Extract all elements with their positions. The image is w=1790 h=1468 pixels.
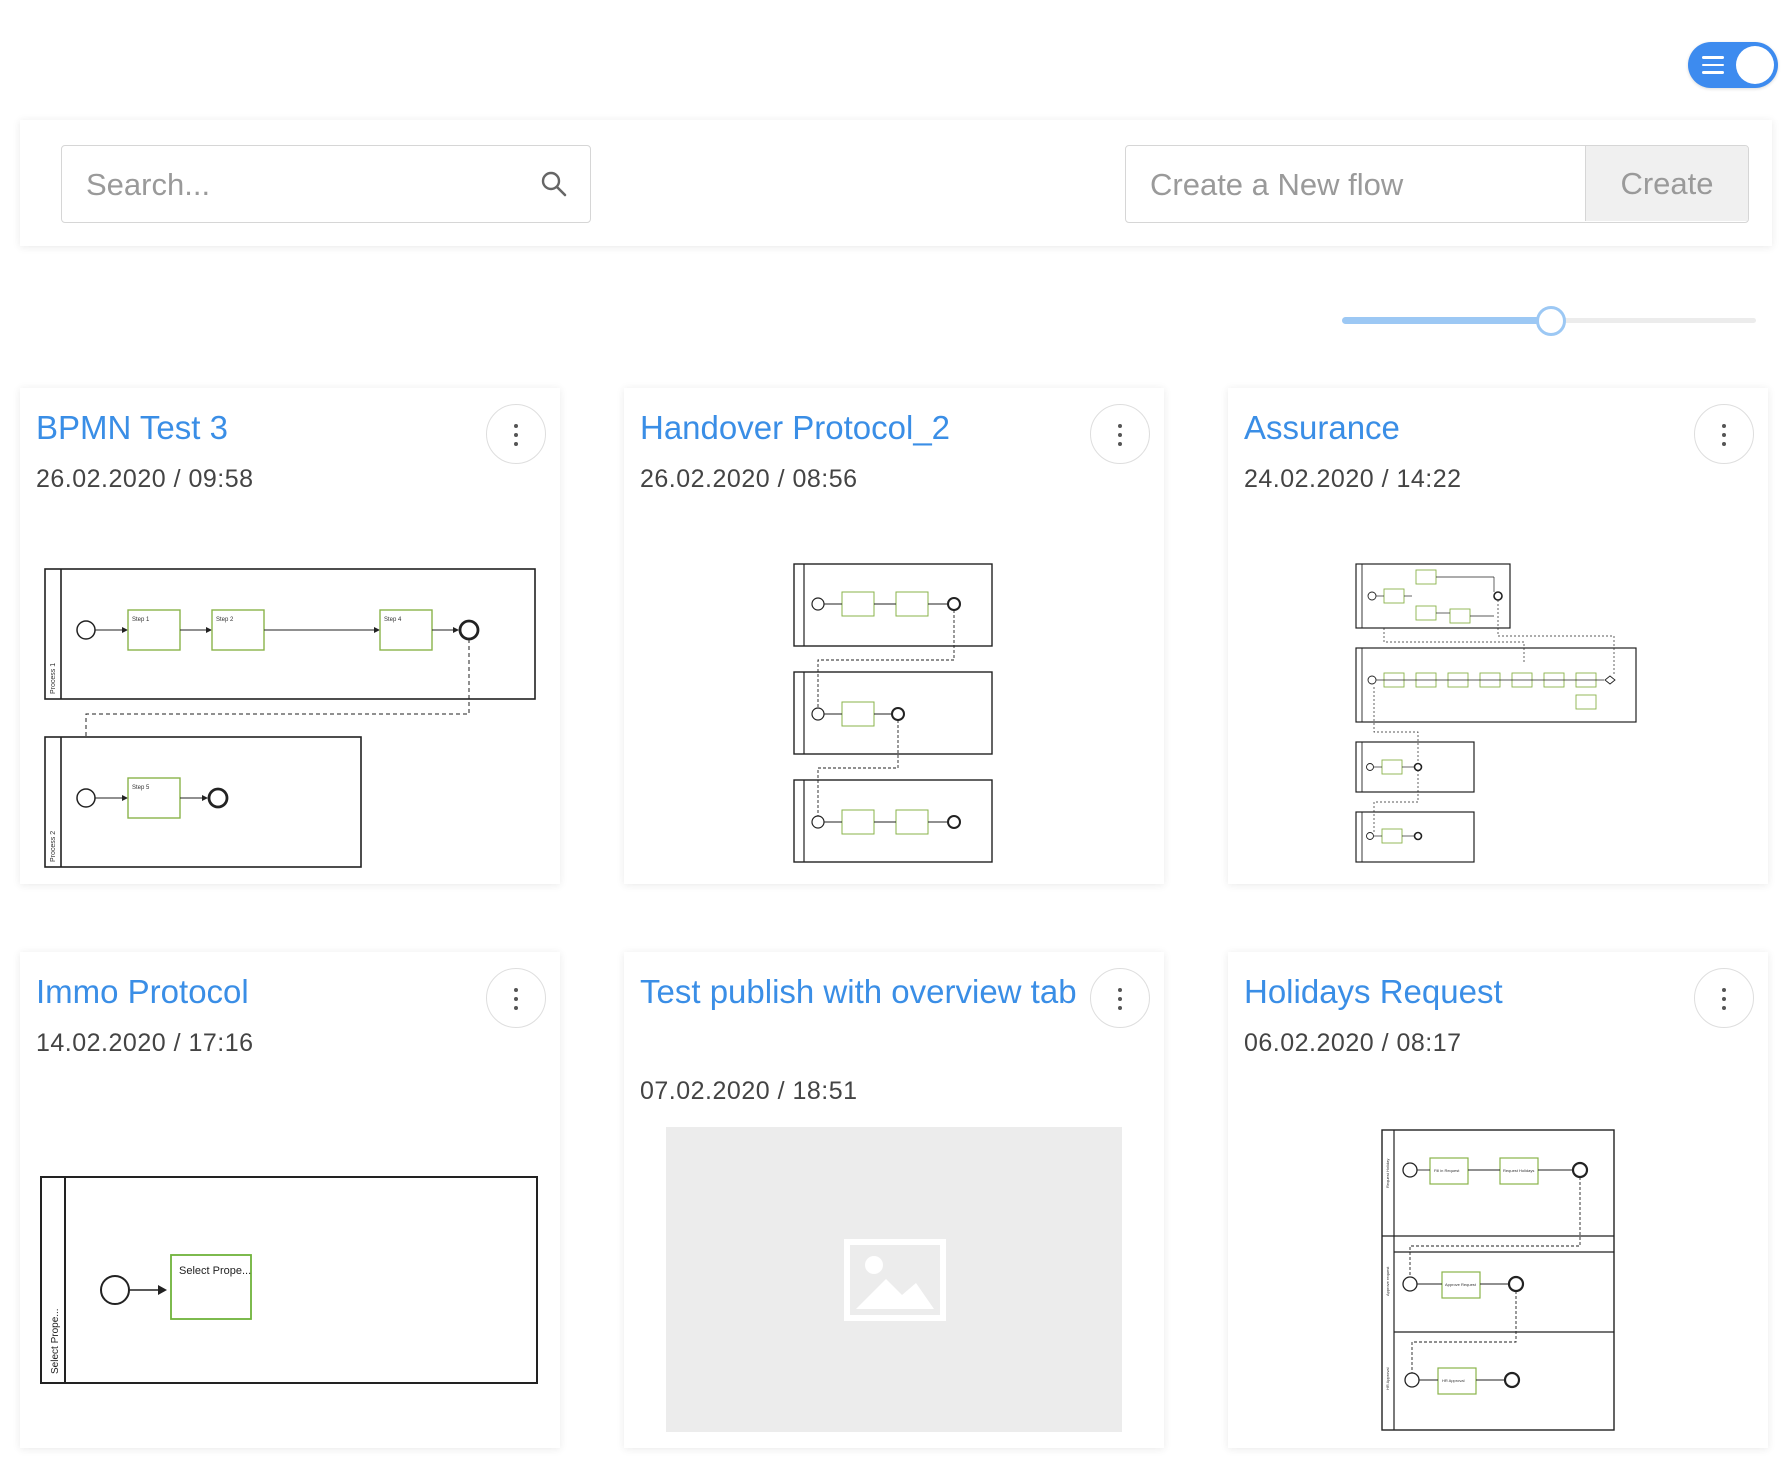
flow-title[interactable]: Handover Protocol_2 [640, 404, 1080, 452]
view-toggle[interactable] [1688, 42, 1778, 88]
more-options-button[interactable] [1090, 404, 1150, 464]
flow-preview [793, 563, 993, 863]
new-flow-name-input[interactable] [1148, 146, 1562, 222]
flow-title[interactable]: Immo Protocol [36, 968, 476, 1016]
svg-text:Step 1: Step 1 [132, 617, 150, 623]
more-options-button[interactable] [486, 968, 546, 1028]
create-flow-group: Create [1125, 145, 1749, 223]
flow-title[interactable]: Assurance [1244, 404, 1684, 452]
flow-title[interactable]: Test publish with overview tab [640, 968, 1080, 1016]
search-input[interactable] [84, 146, 518, 223]
svg-text:Request Holidays: Request Holidays [1503, 1168, 1534, 1173]
slider-thumb[interactable] [1536, 306, 1566, 336]
create-button[interactable]: Create [1585, 146, 1748, 221]
svg-text:Approve request: Approve request [1385, 1266, 1390, 1296]
image-icon [844, 1239, 946, 1321]
svg-text:Select Prope...: Select Prope... [50, 1308, 61, 1374]
flow-date: 07.02.2020 / 18:51 [640, 1077, 858, 1105]
svg-text:Approve Request: Approve Request [1445, 1282, 1477, 1287]
more-options-button[interactable] [486, 404, 546, 464]
flow-title[interactable]: Holidays Request [1244, 968, 1684, 1016]
svg-text:Step 5: Step 5 [132, 785, 150, 791]
svg-text:Select Prope...: Select Prope... [179, 1265, 251, 1277]
svg-text:Request Holiday: Request Holiday [1385, 1159, 1390, 1188]
flow-preview: Request Holiday Approve request HR Appro… [1381, 1129, 1615, 1431]
search-icon[interactable] [540, 170, 568, 198]
flow-preview [1355, 563, 1637, 863]
flow-card[interactable]: Holidays Request 06.02.2020 / 08:17 Requ… [1228, 952, 1768, 1448]
zoom-slider[interactable] [1342, 300, 1756, 340]
more-options-button[interactable] [1694, 968, 1754, 1028]
svg-text:HR Approval: HR Approval [1442, 1378, 1465, 1383]
toolbar: Create [20, 120, 1772, 246]
flow-card[interactable]: Handover Protocol_2 26.02.2020 / 08:56 [624, 388, 1164, 884]
list-icon [1702, 56, 1724, 74]
flow-card[interactable]: Immo Protocol 14.02.2020 / 17:16 Select … [20, 952, 560, 1448]
svg-text:Step 2: Step 2 [216, 617, 234, 623]
svg-text:Step 4: Step 4 [384, 617, 402, 623]
flow-card[interactable]: BPMN Test 3 26.02.2020 / 09:58 Process 1… [20, 388, 560, 884]
flow-card[interactable]: Assurance 24.02.2020 / 14:22 [1228, 388, 1768, 884]
flow-preview: Select Prope... Select Prope... [40, 1176, 538, 1384]
flow-preview: Process 1 Step 1 Step 2 Step 4 Process 2… [44, 568, 536, 868]
flow-card[interactable]: Test publish with overview tab 07.02.202… [624, 952, 1164, 1448]
svg-text:Process 1: Process 1 [50, 663, 57, 694]
svg-text:HR Approval: HR Approval [1385, 1367, 1390, 1390]
svg-text:Fill in Request: Fill in Request [1434, 1168, 1460, 1173]
more-options-button[interactable] [1090, 968, 1150, 1028]
search-box [61, 145, 591, 223]
toggle-knob [1736, 46, 1774, 84]
slider-fill [1342, 317, 1549, 324]
more-options-button[interactable] [1694, 404, 1754, 464]
flow-date: 26.02.2020 / 08:56 [640, 465, 858, 493]
flow-date: 14.02.2020 / 17:16 [36, 1029, 254, 1057]
flow-date: 26.02.2020 / 09:58 [36, 465, 254, 493]
preview-placeholder [666, 1127, 1122, 1432]
flow-title[interactable]: BPMN Test 3 [36, 404, 476, 452]
flow-date: 24.02.2020 / 14:22 [1244, 465, 1462, 493]
flow-date: 06.02.2020 / 08:17 [1244, 1029, 1462, 1057]
svg-text:Process 2: Process 2 [50, 831, 57, 862]
